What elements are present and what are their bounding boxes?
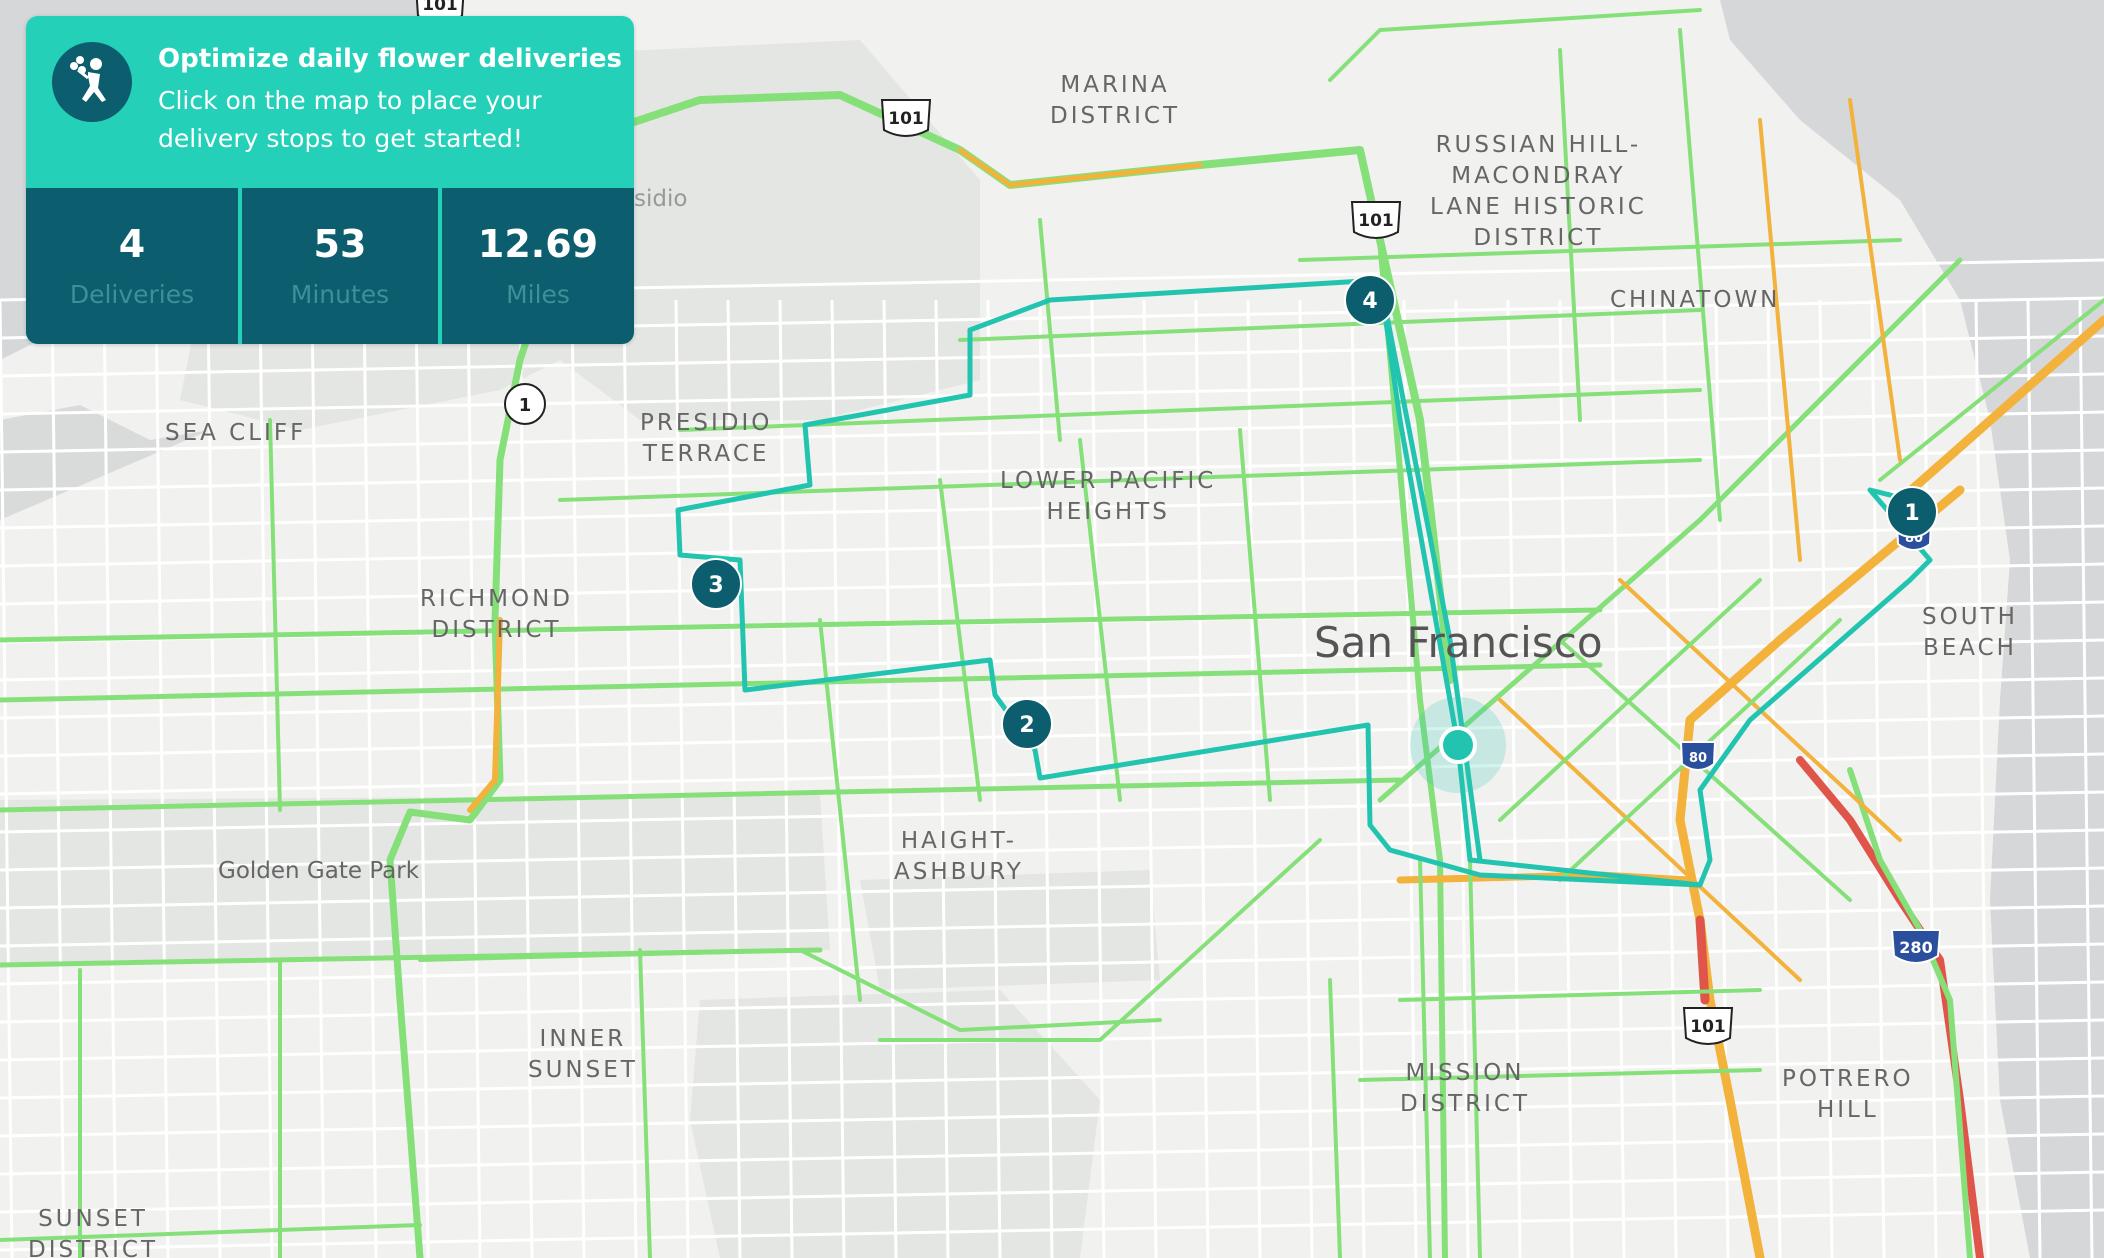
svg-text:3: 3 [708, 573, 723, 598]
label-presidio-terrace: PRESIDIO TERRACE [640, 410, 773, 467]
label-chinatown: CHINATOWN [1610, 287, 1781, 313]
label-south-beach: SOUTH BEACH [1922, 604, 2018, 661]
stop-marker-4[interactable]: 4 [1344, 274, 1396, 326]
panel-stats: 4 Deliveries 53 Minutes 12.69 Miles [26, 184, 634, 344]
map[interactable]: 101 101 101 101 1 80 80 280 1 2 3 4 MARI… [0, 0, 2104, 1258]
svg-text:101: 101 [1690, 1017, 1726, 1037]
svg-text:101: 101 [422, 0, 458, 15]
svg-text:80: 80 [1689, 751, 1707, 766]
stat-value: 12.69 [477, 222, 599, 266]
stop-marker-1[interactable]: 1 [1886, 486, 1938, 538]
info-panel: Optimize daily flower deliveries Click o… [26, 16, 634, 344]
stat-label: Minutes [290, 280, 390, 309]
label-sea-cliff: SEA CLIFF [165, 420, 307, 446]
i-80-heavy [1695, 915, 1710, 1005]
panel-subtitle: Click on the map to place your delivery … [158, 86, 542, 153]
label-haight-ashbury: HAIGHT- ASHBURY [894, 828, 1024, 885]
i-80-shield: 80 [1679, 741, 1717, 771]
panel-title: Optimize daily flower deliveries [158, 44, 623, 74]
svg-text:280: 280 [1899, 938, 1932, 957]
stop-marker-3[interactable]: 3 [690, 558, 742, 610]
us-101-shield: 101 [880, 99, 932, 137]
svg-text:101: 101 [1358, 211, 1394, 231]
stat-label: Miles [506, 280, 570, 309]
svg-text:1: 1 [519, 395, 532, 416]
i-280-shield: 280 [1890, 929, 1942, 964]
svg-text:4: 4 [1362, 289, 1377, 314]
ca-1-shield: 1 [504, 383, 546, 425]
label-russian-hill: RUSSIAN HILL- MACONDRAY LANE HISTORIC DI… [1430, 132, 1647, 251]
label-sunset-district: SUNSET DISTRICT [28, 1206, 159, 1258]
svg-text:1: 1 [1904, 501, 1919, 526]
label-san-francisco: San Francisco [1314, 618, 1603, 667]
stat-deliveries: 4 Deliveries [26, 188, 238, 344]
stat-miles: 12.69 Miles [442, 188, 634, 344]
svg-text:101: 101 [888, 109, 924, 129]
label-richmond-district: RICHMOND DISTRICT [420, 586, 573, 643]
stat-value: 4 [118, 222, 146, 266]
label-marina-district: MARINA DISTRICT [1050, 72, 1181, 129]
delivery-person-flowers-icon [52, 42, 132, 122]
us-101-shield: 101 [1682, 1007, 1734, 1045]
stat-value: 53 [313, 222, 367, 266]
panel-header: Optimize daily flower deliveries Click o… [26, 16, 634, 184]
us-101-shield: 101 [1350, 201, 1402, 239]
label-mission-district: MISSION DISTRICT [1400, 1060, 1531, 1117]
label-lower-pacific-heights: LOWER PACIFIC HEIGHTS [1000, 468, 1217, 525]
stat-minutes: 53 Minutes [242, 188, 438, 344]
label-potrero-hill: POTRERO HILL [1782, 1066, 1914, 1123]
svg-text:2: 2 [1019, 713, 1034, 738]
stop-marker-2[interactable]: 2 [1001, 698, 1053, 750]
start-point[interactable] [1439, 726, 1477, 764]
label-presidio-partial: sidio [634, 186, 688, 212]
label-inner-sunset: INNER SUNSET [528, 1026, 638, 1083]
label-golden-gate-park: Golden Gate Park [218, 858, 420, 884]
stat-label: Deliveries [69, 280, 195, 309]
